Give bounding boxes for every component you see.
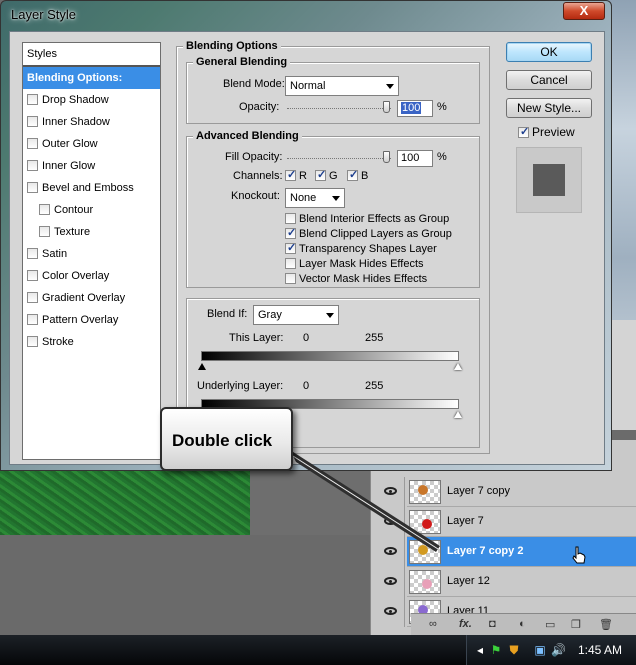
hand-cursor-icon bbox=[572, 546, 586, 564]
callout-pointer bbox=[290, 450, 440, 552]
instruction-callout: Double click bbox=[160, 407, 293, 471]
callout-text: Double click bbox=[172, 431, 273, 450]
